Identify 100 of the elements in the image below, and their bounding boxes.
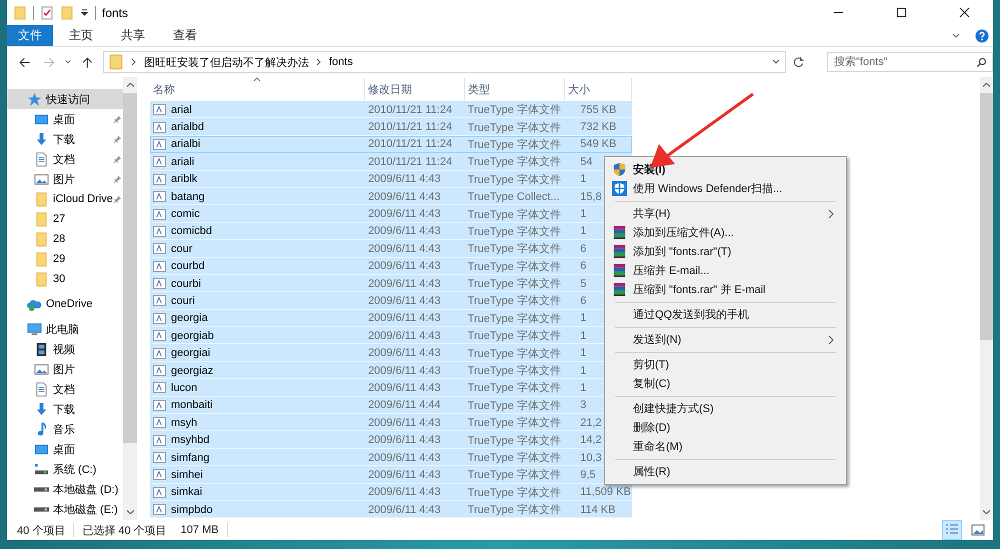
ribbon-tab[interactable]: 文件 — [7, 25, 53, 46]
refresh-icon[interactable] — [792, 56, 805, 68]
file-name: georgia — [171, 312, 208, 324]
file-row[interactable]: ariali 2010/11/21 11:24 TrueType 字体文件 54 — [150, 153, 632, 171]
file-name: ariali — [171, 156, 194, 168]
scroll-down-icon[interactable] — [126, 510, 134, 514]
up-arrow-icon[interactable] — [81, 56, 94, 68]
help-icon[interactable] — [975, 28, 989, 42]
shield-icon — [612, 162, 626, 177]
checklist-icon[interactable] — [40, 6, 54, 20]
file-row[interactable]: arial 2010/11/21 11:24 TrueType 字体文件 755 KB — [150, 101, 632, 118]
table-cell-text: 2009/6/11 4:43 — [367, 260, 442, 272]
pin-icon — [113, 135, 122, 144]
nav-item[interactable]: 图片 — [7, 359, 123, 379]
breadcrumb[interactable]: 图旺旺安装了但启动不了解决办法 — [144, 54, 309, 70]
nav-item[interactable]: 音乐 — [7, 419, 123, 439]
table-cell: 10,3 — [580, 452, 602, 464]
table-cell-text: TrueType 字体文件 — [466, 486, 562, 500]
nav-item[interactable]: 27 — [7, 209, 123, 229]
scrollbar[interactable] — [123, 77, 137, 520]
table-cell: 9,5 — [580, 468, 596, 481]
table-cell-text: TrueType 字体文件 — [466, 450, 562, 465]
sort-caret-icon — [253, 77, 261, 82]
column-header[interactable]: 大小 — [565, 78, 632, 100]
font-file-icon — [153, 348, 166, 359]
nav-item[interactable]: 文档 — [7, 379, 123, 399]
nav-item[interactable]: 28 — [7, 229, 123, 249]
scroll-down-icon[interactable] — [983, 510, 990, 514]
font-file-icon — [153, 295, 166, 306]
computer-icon — [27, 322, 42, 336]
breadcrumb-chevron-icon[interactable] — [130, 58, 138, 66]
nav-item[interactable]: 系统 (C:) — [7, 459, 123, 479]
table-cell-text: TrueType 字体文件 — [466, 138, 562, 152]
table-cell-text: TrueType 字体文件 — [466, 172, 562, 187]
file-row[interactable]: arialbd 2010/11/21 11:24 TrueType 字体文件 732 KB — [150, 118, 632, 136]
table-cell-text: 2009/6/11 4:43 — [367, 330, 442, 342]
table-cell: 1 — [580, 382, 586, 394]
file-name: arialbd — [171, 121, 204, 134]
column-header[interactable]: 名称 — [150, 78, 365, 100]
dropdown-icon[interactable] — [80, 8, 89, 17]
column-header[interactable]: 修改日期 — [365, 78, 465, 100]
file-row[interactable]: simpbdo 2009/6/11 4:43 TrueType 字体文件 114 KB — [150, 500, 632, 518]
chevron-down-icon[interactable] — [951, 30, 961, 40]
nav-item[interactable]: 桌面 — [7, 109, 123, 129]
nav-item[interactable]: 下载 — [7, 129, 123, 149]
ribbon-tab[interactable]: 查看 — [161, 25, 209, 46]
nav-item[interactable]: iCloud Drive — [7, 189, 123, 209]
nav-item[interactable]: 视频 — [7, 339, 123, 359]
table-cell-text: TrueType 字体文件 — [466, 242, 562, 256]
archive-books-icon — [612, 282, 626, 297]
table-cell-text: 2009/6/11 4:43 — [367, 364, 442, 377]
table-cell-text: 2009/6/11 4:43 — [367, 434, 442, 446]
font-file-icon — [153, 191, 166, 202]
scrollbar[interactable] — [980, 77, 993, 520]
scroll-up-icon[interactable] — [126, 83, 134, 87]
nav-item[interactable]: 文档 — [7, 149, 123, 169]
close-icon[interactable] — [959, 7, 970, 18]
file-name: simhei — [171, 468, 203, 481]
table-cell: 1 — [580, 364, 586, 377]
nav-item[interactable]: 此电脑 — [7, 319, 123, 339]
system-drive-icon — [34, 462, 49, 476]
breadcrumb[interactable]: fonts — [328, 56, 353, 68]
recent-dropdown-icon[interactable] — [64, 58, 72, 66]
ribbon-tab[interactable]: 共享 — [109, 25, 157, 46]
nav-item[interactable]: 图片 — [7, 169, 123, 189]
font-file-icon — [153, 312, 166, 324]
file-name: simpbdo — [171, 504, 213, 516]
nav-item[interactable]: 快速访问 — [7, 89, 123, 109]
nav-item[interactable]: 本地磁盘 (D:) — [7, 479, 123, 499]
nav-item[interactable]: 29 — [7, 249, 123, 269]
breadcrumb-chevron-icon[interactable] — [314, 58, 323, 66]
table-cell: 11,509 KB — [580, 486, 631, 498]
table-cell-text: TrueType 字体文件 — [466, 312, 562, 326]
table-cell-text: TrueType 字体文件 — [466, 154, 562, 170]
table-cell-text: 2009/6/11 4:43 — [367, 382, 442, 394]
column-header[interactable]: 类型 — [465, 78, 565, 100]
file-row[interactable]: simkai 2009/6/11 4:43 TrueType 字体文件 11,509 KB — [150, 484, 632, 501]
details-view-icon[interactable] — [943, 521, 961, 539]
scroll-up-icon[interactable] — [983, 83, 990, 87]
back-arrow-icon[interactable] — [18, 56, 31, 68]
nav-item[interactable]: 下载 — [7, 399, 123, 419]
table-cell: 114 KB — [580, 504, 616, 516]
star-icon — [27, 92, 42, 106]
nav-item[interactable]: OneDrive — [7, 294, 123, 314]
nav-item[interactable]: 30 — [7, 269, 123, 289]
font-file-icon — [153, 243, 166, 254]
ribbon-tab[interactable]: 主页 — [57, 25, 105, 46]
search-field[interactable]: 搜索"fonts" — [826, 52, 993, 72]
table-cell-text: TrueType 字体文件 — [466, 208, 562, 222]
nav-item[interactable]: 本地磁盘 (E:) — [7, 499, 123, 519]
nav-item[interactable]: 桌面 — [7, 439, 123, 459]
pin-icon — [113, 155, 122, 164]
file-name: ariblk — [171, 173, 198, 186]
address-field[interactable]: 图旺旺安装了但启动不了解决办法 fonts — [102, 51, 786, 73]
file-name: couri — [171, 294, 195, 307]
pin-icon — [113, 195, 122, 204]
table-cell-text: 2010/11/21 11:24 — [367, 138, 454, 150]
maximize-icon[interactable] — [896, 7, 907, 18]
file-row[interactable]: arialbi 2010/11/21 11:24 TrueType 字体文件 549 KB — [150, 136, 632, 154]
table-cell: 1 — [580, 208, 586, 220]
